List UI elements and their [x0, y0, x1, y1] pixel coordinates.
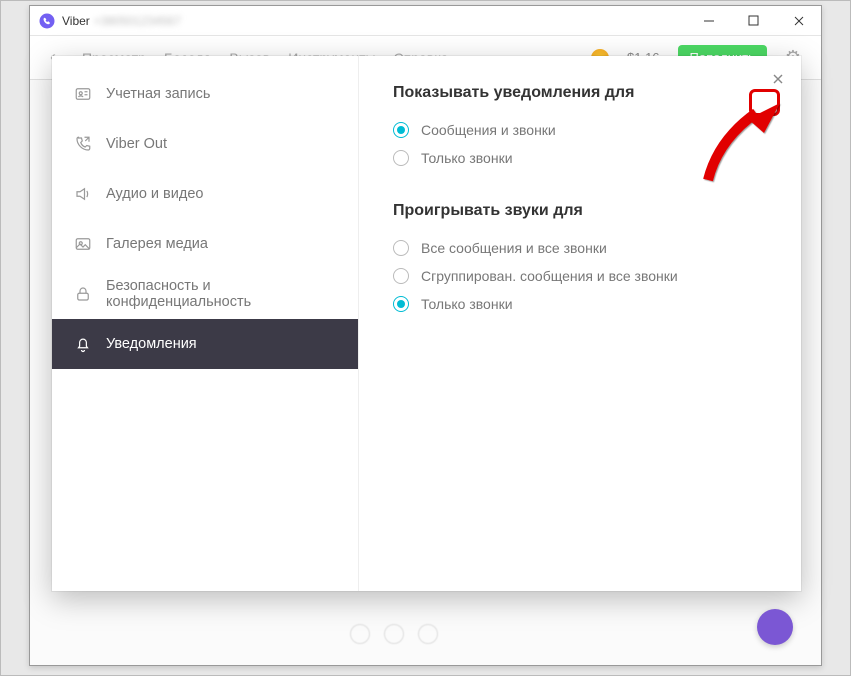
radio-option-messages-and-calls[interactable]: Сообщения и звонки — [393, 116, 767, 144]
settings-sidebar: Учетная запись Viber Out Аудио и видео Г… — [52, 56, 359, 591]
sidebar-item-label: Уведомления — [106, 336, 197, 352]
window-close-button[interactable] — [776, 6, 821, 36]
radio-icon — [393, 150, 409, 166]
section-show-notifications: Показывать уведомления для Сообщения и з… — [393, 84, 767, 172]
radio-label: Только звонки — [421, 150, 513, 166]
lock-icon — [74, 285, 92, 303]
minimize-button[interactable] — [686, 6, 731, 36]
settings-panel: Учетная запись Viber Out Аудио и видео Г… — [52, 56, 801, 591]
sidebar-item-notifications[interactable]: Уведомления — [52, 319, 358, 369]
emoji-icon[interactable] — [350, 624, 370, 644]
radio-option-grouped-messages-calls[interactable]: Сгруппирован. сообщения и все звонки — [393, 262, 767, 290]
section-play-sounds: Проигрывать звуки для Все сообщения и вс… — [393, 202, 767, 318]
radio-label: Все сообщения и все звонки — [421, 240, 607, 256]
sidebar-item-media-gallery[interactable]: Галерея медиа — [52, 219, 358, 269]
phone-out-icon — [74, 135, 92, 153]
sidebar-item-security[interactable]: Безопасность и конфиденциальность — [52, 269, 358, 319]
titlebar: Viber +380501234567 — [30, 6, 821, 36]
sidebar-item-viber-out[interactable]: Viber Out — [52, 119, 358, 169]
app-window: Viber +380501234567 ‹ Просмотр Беседа Вы… — [29, 5, 822, 666]
bell-icon — [74, 335, 92, 353]
radio-label: Сообщения и звонки — [421, 122, 556, 138]
settings-close-button[interactable] — [767, 68, 789, 90]
sidebar-item-account[interactable]: Учетная запись — [52, 69, 358, 119]
sidebar-item-audio-video[interactable]: Аудио и видео — [52, 169, 358, 219]
sidebar-item-label: Галерея медиа — [106, 236, 208, 252]
radio-icon — [393, 296, 409, 312]
radio-option-all-messages-calls[interactable]: Все сообщения и все звонки — [393, 234, 767, 262]
settings-content: Показывать уведомления для Сообщения и з… — [359, 56, 801, 591]
id-card-icon — [74, 85, 92, 103]
radio-option-sounds-calls-only[interactable]: Только звонки — [393, 290, 767, 318]
sidebar-item-label: Безопасность и конфиденциальность — [106, 278, 336, 310]
section-title: Показывать уведомления для — [393, 84, 767, 102]
radio-label: Только звонки — [421, 296, 513, 312]
sidebar-item-label: Аудио и видео — [106, 186, 203, 202]
new-message-fab[interactable] — [757, 609, 793, 645]
app-title: Viber — [62, 14, 90, 28]
radio-icon — [393, 122, 409, 138]
chat-input-area — [350, 615, 781, 653]
speaker-icon — [74, 185, 92, 203]
gif-icon[interactable] — [418, 624, 438, 644]
maximize-button[interactable] — [731, 6, 776, 36]
viber-logo-icon — [38, 12, 56, 30]
section-title: Проигрывать звуки для — [393, 202, 767, 220]
gallery-icon — [74, 235, 92, 253]
radio-icon — [393, 268, 409, 284]
sidebar-item-label: Viber Out — [106, 136, 167, 152]
radio-option-calls-only[interactable]: Только звонки — [393, 144, 767, 172]
attach-icon[interactable] — [384, 624, 404, 644]
radio-icon — [393, 240, 409, 256]
app-title-phone: +380501234567 — [94, 14, 181, 28]
radio-label: Сгруппирован. сообщения и все звонки — [421, 268, 678, 284]
sidebar-item-label: Учетная запись — [106, 86, 210, 102]
